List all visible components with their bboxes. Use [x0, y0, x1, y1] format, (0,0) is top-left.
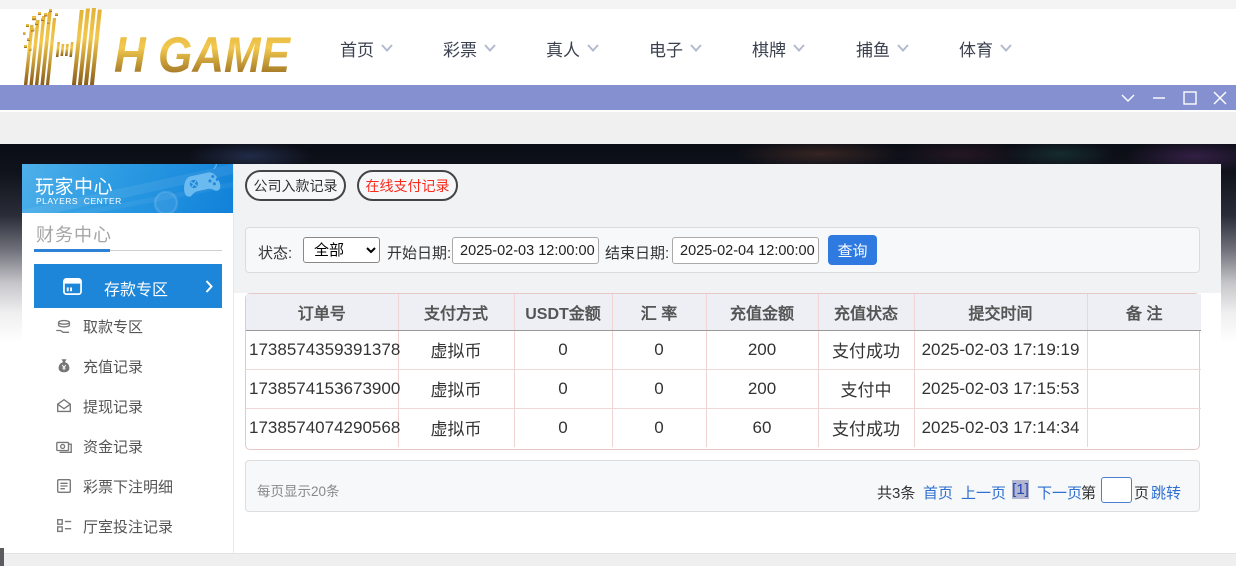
svg-text:H GAME: H GAME: [114, 26, 291, 82]
